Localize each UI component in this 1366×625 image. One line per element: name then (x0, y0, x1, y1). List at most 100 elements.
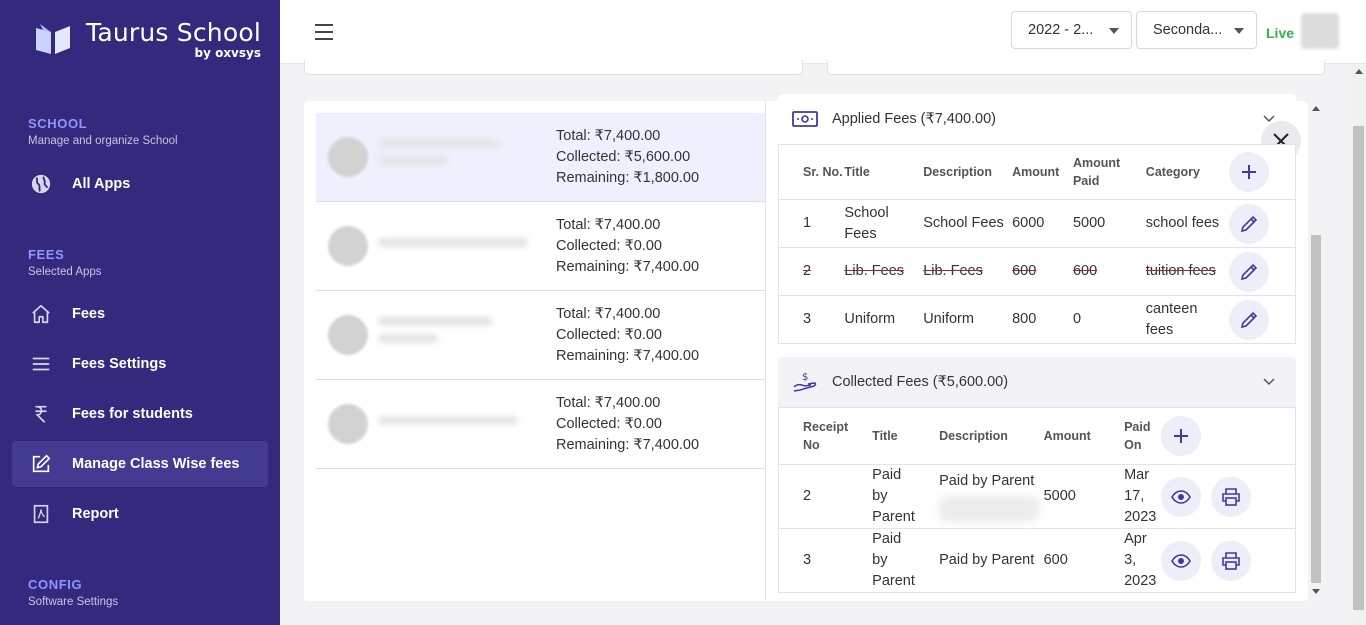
cell-amount-paid: 600 (1072, 263, 1098, 279)
add-fee-button[interactable] (1228, 152, 1269, 192)
sidebar-item-label: Report (72, 506, 119, 522)
edit-fee-button[interactable] (1228, 203, 1269, 244)
top-bar: 2022 - 2... Seconda... Live (280, 0, 1366, 64)
cell-title: Paid by Parent (872, 467, 915, 525)
applied-fees-header[interactable]: Applied Fees (₹7,400.00) (778, 94, 1296, 144)
cell-category: school fees (1145, 215, 1220, 231)
student-remaining: Remaining: ₹1,800.00 (556, 170, 700, 186)
brand-by: by oxvsys (194, 46, 261, 60)
edit-fee-button[interactable] (1228, 251, 1269, 292)
table-row-removed: 2 Lib. Fees Lib. Fees 600 600 tuition fe… (778, 248, 1296, 296)
table-header-row: Sr. No. Title Description Amount Amount … (778, 145, 1296, 200)
pencil-icon (1240, 263, 1257, 280)
cell-title: Uniform (844, 311, 896, 327)
add-payment-button[interactable] (1160, 416, 1201, 456)
page-scrollbar[interactable] (1351, 64, 1366, 625)
panel-divider (765, 101, 766, 601)
sidebar-item-label: Fees Settings (72, 356, 167, 372)
sidebar-item-all-apps[interactable]: All Apps (12, 161, 268, 207)
cell-receipt: 3 (803, 552, 812, 568)
sidebar-item-label: Fees for students (72, 406, 193, 422)
student-row[interactable]: Total: ₹7,400.00 Collected: ₹0.00 Remain… (316, 380, 765, 469)
cell-sr: 1 (803, 215, 812, 231)
student-collected: Collected: ₹5,600.00 (556, 149, 691, 165)
section-title-fees: FEES (28, 247, 65, 262)
edit-icon (32, 454, 51, 473)
print-receipt-button[interactable] (1211, 476, 1252, 517)
pencil-icon (1240, 215, 1257, 232)
sidebar-item-fees[interactable]: Fees (12, 291, 268, 337)
home-icon (32, 304, 50, 324)
rupee-icon (35, 405, 47, 423)
student-row[interactable]: Total: ₹7,400.00 Collected: ₹0.00 Remain… (316, 202, 765, 291)
scroll-thumb[interactable] (1311, 235, 1321, 583)
cell-paid-on: Apr 3, 2023 (1124, 531, 1157, 589)
cell-description: Paid by Parent (939, 552, 1035, 568)
cell-title: Paid by Parent (872, 531, 915, 589)
view-receipt-button[interactable] (1160, 540, 1201, 581)
cell-actions (1228, 296, 1296, 344)
student-name-blurred (378, 220, 536, 272)
user-avatar[interactable] (1301, 13, 1339, 49)
panel-scrollbar[interactable] (1308, 101, 1323, 601)
section-subtitle-fees: Selected Apps (28, 266, 102, 278)
class-select[interactable]: Seconda... (1136, 11, 1257, 49)
student-avatar (328, 137, 368, 177)
column-header-title: Title (844, 165, 870, 179)
collected-fees-header[interactable]: $ Collected Fees (₹5,600.00) (778, 357, 1296, 407)
student-collected: Collected: ₹0.00 (556, 327, 662, 343)
pencil-icon (1240, 311, 1257, 328)
chevron-down-icon (1263, 378, 1275, 386)
table-row: 3 Uniform Uniform 800 0 canteen fees (778, 296, 1296, 344)
cell-paid-on: Mar 17, 2023 (1124, 467, 1157, 525)
cell-title: Lib. Fees (844, 263, 905, 279)
academic-year-select[interactable]: 2022 - 2... (1011, 11, 1132, 49)
view-receipt-button[interactable] (1160, 476, 1201, 517)
student-row[interactable]: Total: ₹7,400.00 Collected: ₹0.00 Remain… (316, 291, 765, 380)
scroll-up-icon[interactable] (1312, 106, 1320, 111)
sidebar-item-fees-for-students[interactable]: Fees for students (12, 391, 268, 437)
svg-text:$: $ (802, 372, 808, 383)
table-row: 2 Paid by Parent Paid by Parent 5000 Mar… (778, 465, 1296, 529)
cell-print (1211, 465, 1295, 529)
add-column (1160, 408, 1212, 465)
column-header-category: Category (1145, 165, 1200, 179)
cell-view (1160, 465, 1212, 529)
edit-fee-button[interactable] (1228, 299, 1269, 340)
cell-sr: 3 (803, 311, 812, 327)
student-avatar (328, 226, 368, 266)
cell-actions (1228, 248, 1296, 296)
scroll-down-icon[interactable] (1312, 589, 1320, 594)
sidebar-item-fees-settings[interactable]: Fees Settings (12, 341, 268, 387)
hamburger-menu-icon[interactable] (314, 23, 334, 41)
student-row[interactable]: Total: ₹7,400.00 Collected: ₹5,600.00 Re… (316, 113, 765, 202)
cell-description-text: Paid by Parent (939, 473, 1035, 489)
collected-fees-title: Collected Fees (₹5,600.00) (832, 374, 1009, 390)
sidebar-item-label: All Apps (72, 176, 131, 192)
cell-view (1160, 529, 1212, 593)
student-fee-stats: Total: ₹7,400.00 Collected: ₹0.00 Remain… (556, 215, 699, 278)
student-avatar (328, 315, 368, 355)
cell-description: Lib. Fees (923, 263, 983, 279)
card-stub-left (304, 60, 803, 75)
class-value: Seconda... (1153, 22, 1223, 38)
column-header-sr: Sr. No. (803, 165, 843, 179)
plus-icon (1241, 165, 1256, 179)
column-header-description: Description (939, 429, 1008, 443)
scroll-up-icon[interactable] (1355, 69, 1363, 74)
student-avatar (328, 404, 368, 444)
section-title-school: SCHOOL (28, 116, 88, 131)
brand-name: Taurus School (86, 18, 261, 47)
sidebar-item-manage-class-wise-fees[interactable]: Manage Class Wise fees (12, 441, 268, 487)
brand[interactable]: Taurus School by oxvsys (34, 20, 261, 60)
blurred-text (939, 496, 1040, 522)
live-status: Live (1266, 25, 1295, 41)
column-header-amount: Amount (1012, 165, 1060, 179)
sidebar-item-report[interactable]: Report (12, 491, 268, 537)
print-receipt-button[interactable] (1211, 540, 1252, 581)
scroll-thumb[interactable] (1353, 126, 1364, 610)
spacer-column (1211, 408, 1295, 465)
student-name-blurred (378, 309, 536, 361)
column-header-amount-paid: Amount Paid (1072, 156, 1121, 188)
add-column (1228, 145, 1296, 200)
